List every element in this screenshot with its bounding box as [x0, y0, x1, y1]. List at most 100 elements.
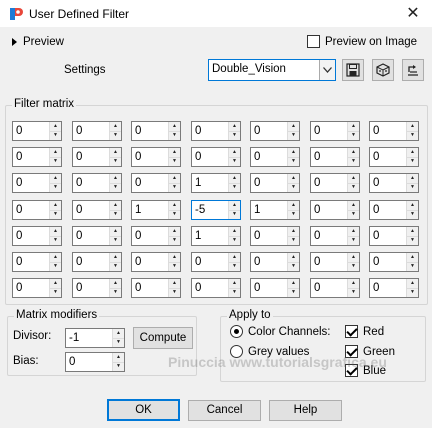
spin-up-icon[interactable]: ▲ — [229, 253, 240, 262]
spin-up-icon[interactable]: ▲ — [169, 227, 180, 236]
spin-up-icon[interactable]: ▲ — [110, 279, 121, 288]
preview-on-image-box[interactable] — [307, 35, 320, 48]
spin-up-icon[interactable]: ▲ — [110, 227, 121, 236]
matrix-cell-input[interactable]: 0 ▲ ▼ — [250, 226, 300, 246]
preview-on-image-checkbox[interactable]: Preview on Image — [307, 35, 417, 48]
spin-up-icon[interactable]: ▲ — [229, 227, 240, 236]
spin-down-icon[interactable]: ▼ — [169, 182, 180, 192]
preview-expander[interactable]: Preview — [12, 36, 64, 48]
matrix-cell-input[interactable]: 0 ▲ ▼ — [369, 173, 419, 193]
spin-up-icon[interactable]: ▲ — [110, 253, 121, 262]
spin-up-icon[interactable]: ▲ — [110, 201, 121, 210]
spin-down-icon[interactable]: ▼ — [407, 287, 418, 297]
spin-down-icon[interactable]: ▼ — [288, 235, 299, 245]
chevron-down-icon[interactable] — [319, 60, 335, 80]
matrix-cell-input[interactable]: 0 ▲ ▼ — [131, 278, 181, 298]
spin-up-icon[interactable]: ▲ — [407, 122, 418, 131]
spin-up-icon[interactable]: ▲ — [348, 122, 359, 131]
red-check[interactable] — [345, 325, 358, 338]
matrix-cell-input[interactable]: 0 ▲ ▼ — [131, 226, 181, 246]
spin-down-icon[interactable]: ▼ — [407, 182, 418, 192]
spin-down-icon[interactable]: ▼ — [169, 235, 180, 245]
spin-up-icon[interactable]: ▲ — [348, 148, 359, 157]
matrix-cell-input[interactable]: 1 ▲ ▼ — [191, 226, 241, 246]
spin-down-icon[interactable]: ▼ — [169, 209, 180, 219]
matrix-cell-input[interactable]: 0 ▲ ▼ — [369, 278, 419, 298]
color-channels-option[interactable]: Color Channels: — [230, 325, 330, 338]
matrix-cell-input[interactable]: 0 ▲ ▼ — [310, 226, 360, 246]
spin-up-icon[interactable]: ▲ — [169, 174, 180, 183]
matrix-cell-input[interactable]: 1 ▲ ▼ — [250, 200, 300, 220]
spin-up-icon[interactable]: ▲ — [229, 279, 240, 288]
matrix-cell-input[interactable]: 0 ▲ ▼ — [72, 173, 122, 193]
spin-up-icon[interactable]: ▲ — [348, 201, 359, 210]
spin-up-icon[interactable]: ▲ — [50, 201, 61, 210]
bias-input[interactable]: 0 ▲ ▼ — [65, 352, 125, 372]
spin-up-icon[interactable]: ▲ — [288, 201, 299, 210]
spin-down-icon[interactable]: ▼ — [229, 156, 240, 166]
spin-down-icon[interactable]: ▼ — [407, 209, 418, 219]
spin-down-icon[interactable]: ▼ — [348, 261, 359, 271]
spin-down-icon[interactable]: ▼ — [229, 209, 240, 219]
cancel-button[interactable]: Cancel — [188, 400, 261, 421]
spin-up-icon[interactable]: ▲ — [50, 174, 61, 183]
spin-down-icon[interactable]: ▼ — [348, 209, 359, 219]
spin-up-icon[interactable]: ▲ — [169, 253, 180, 262]
matrix-cell-input[interactable]: 0 ▲ ▼ — [72, 147, 122, 167]
matrix-cell-input[interactable]: 0 ▲ ▼ — [12, 173, 62, 193]
matrix-cell-input[interactable]: 0 ▲ ▼ — [310, 200, 360, 220]
spin-up-icon[interactable]: ▲ — [169, 201, 180, 210]
spin-up-icon[interactable]: ▲ — [113, 353, 124, 362]
matrix-cell-input[interactable]: 0 ▲ ▼ — [12, 226, 62, 246]
matrix-cell-input[interactable]: 0 ▲ ▼ — [310, 121, 360, 141]
spin-down-icon[interactable]: ▼ — [50, 287, 61, 297]
spin-up-icon[interactable]: ▲ — [113, 329, 124, 338]
spin-up-icon[interactable]: ▲ — [50, 227, 61, 236]
red-channel-checkbox[interactable]: Red — [345, 325, 384, 338]
matrix-cell-input[interactable]: 0 ▲ ▼ — [191, 278, 241, 298]
spin-down-icon[interactable]: ▼ — [407, 156, 418, 166]
spin-down-icon[interactable]: ▼ — [229, 261, 240, 271]
spin-up-icon[interactable]: ▲ — [407, 174, 418, 183]
spin-down-icon[interactable]: ▼ — [348, 156, 359, 166]
spin-up-icon[interactable]: ▲ — [348, 227, 359, 236]
spin-up-icon[interactable]: ▲ — [169, 279, 180, 288]
spin-down-icon[interactable]: ▼ — [50, 156, 61, 166]
spin-up-icon[interactable]: ▲ — [229, 122, 240, 131]
spin-down-icon[interactable]: ▼ — [407, 235, 418, 245]
spin-down-icon[interactable]: ▼ — [110, 261, 121, 271]
spin-down-icon[interactable]: ▼ — [348, 235, 359, 245]
color-channels-radio[interactable] — [230, 325, 243, 338]
spin-up-icon[interactable]: ▲ — [229, 174, 240, 183]
spin-up-icon[interactable]: ▲ — [50, 279, 61, 288]
matrix-cell-input[interactable]: 0 ▲ ▼ — [250, 173, 300, 193]
spin-down-icon[interactable]: ▼ — [348, 287, 359, 297]
spin-up-icon[interactable]: ▲ — [229, 201, 240, 210]
spin-up-icon[interactable]: ▲ — [348, 279, 359, 288]
matrix-cell-input[interactable]: 1 ▲ ▼ — [131, 200, 181, 220]
spin-up-icon[interactable]: ▲ — [348, 253, 359, 262]
matrix-cell-input[interactable]: 0 ▲ ▼ — [310, 252, 360, 272]
spin-down-icon[interactable]: ▼ — [50, 130, 61, 140]
matrix-cell-input[interactable]: 0 ▲ ▼ — [191, 252, 241, 272]
matrix-cell-input[interactable]: 0 ▲ ▼ — [72, 121, 122, 141]
matrix-cell-input[interactable]: 0 ▲ ▼ — [131, 121, 181, 141]
spin-down-icon[interactable]: ▼ — [229, 287, 240, 297]
matrix-cell-input[interactable]: 0 ▲ ▼ — [369, 252, 419, 272]
compute-button[interactable]: Compute — [133, 327, 193, 349]
spin-down-icon[interactable]: ▼ — [110, 156, 121, 166]
spin-down-icon[interactable]: ▼ — [50, 235, 61, 245]
spin-down-icon[interactable]: ▼ — [169, 261, 180, 271]
spin-down-icon[interactable]: ▼ — [110, 235, 121, 245]
spin-up-icon[interactable]: ▲ — [407, 227, 418, 236]
spin-down-icon[interactable]: ▼ — [110, 287, 121, 297]
spin-up-icon[interactable]: ▲ — [407, 279, 418, 288]
spin-down-icon[interactable]: ▼ — [110, 182, 121, 192]
matrix-cell-input[interactable]: 0 ▲ ▼ — [12, 252, 62, 272]
spin-down-icon[interactable]: ▼ — [229, 130, 240, 140]
matrix-cell-input[interactable]: 0 ▲ ▼ — [12, 278, 62, 298]
spin-up-icon[interactable]: ▲ — [288, 174, 299, 183]
matrix-cell-input[interactable]: 0 ▲ ▼ — [12, 121, 62, 141]
spin-up-icon[interactable]: ▲ — [407, 201, 418, 210]
matrix-cell-input[interactable]: 0 ▲ ▼ — [131, 173, 181, 193]
